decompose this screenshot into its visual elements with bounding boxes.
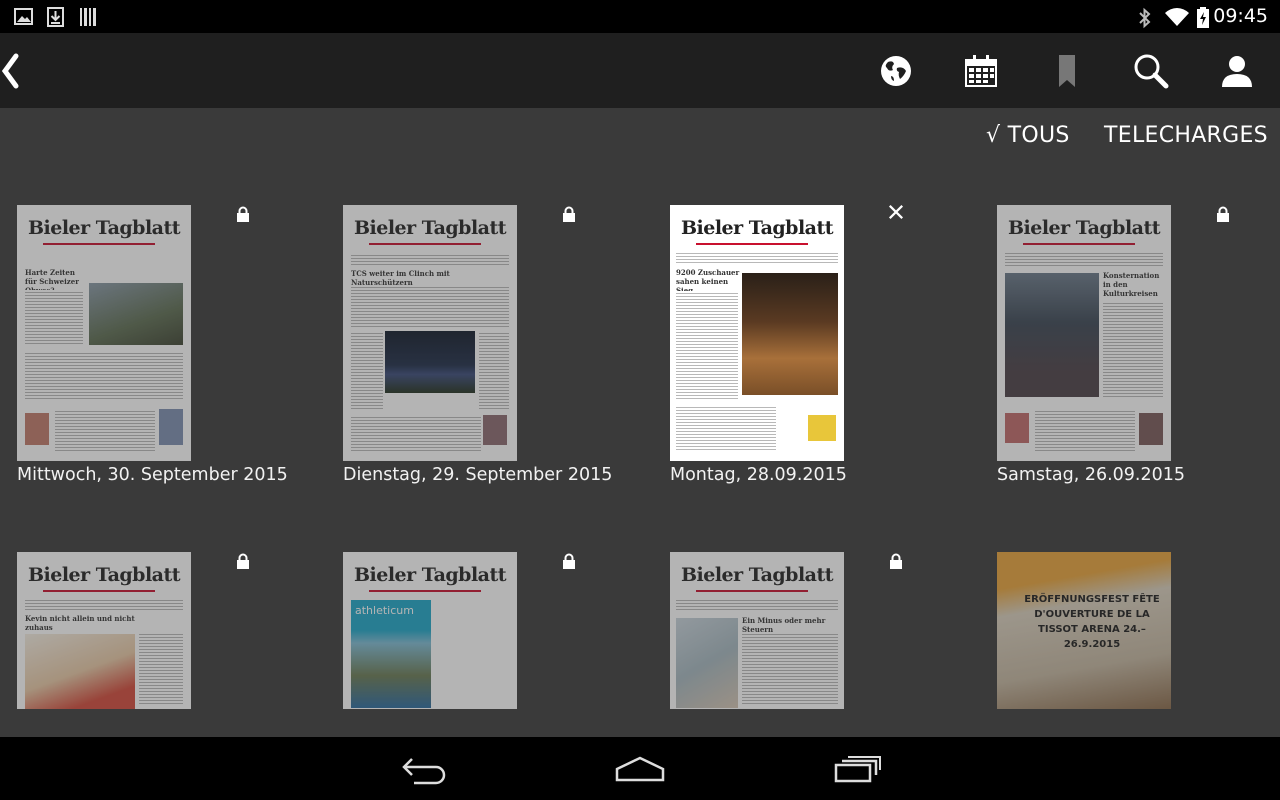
issue-cover[interactable]: Bieler Tagblatt Kevin nicht allein und n… — [17, 552, 191, 709]
action-bar — [0, 33, 1280, 108]
text-column — [742, 632, 838, 706]
masthead: Bieler Tagblatt — [1007, 217, 1161, 239]
user-icon — [1222, 56, 1252, 87]
cover-photo — [1005, 413, 1029, 443]
issue-date: Montag, 28.09.2015 — [670, 465, 847, 485]
text-column — [676, 291, 738, 401]
search-button[interactable] — [1131, 51, 1171, 91]
calendar-icon — [965, 55, 997, 87]
masthead-rule — [43, 590, 155, 592]
back-chevron-icon[interactable] — [0, 53, 24, 89]
masthead: Bieler Tagblatt — [680, 217, 834, 239]
masthead-rule — [369, 243, 481, 245]
recents-nav-icon[interactable] — [834, 753, 882, 785]
lock-icon — [563, 553, 575, 569]
masthead: Bieler Tagblatt — [353, 217, 507, 239]
issue-date: Dienstag, 29. September 2015 — [343, 465, 613, 485]
issue-cover[interactable]: Bieler Tagblatt 9200 Zuschauer sahen kei… — [670, 205, 844, 461]
issue-cover[interactable]: ERÖFFNUNGSFEST FÊTE D'OUVERTURE DE LA TI… — [997, 552, 1171, 709]
filter-downloaded[interactable]: TELECHARGES — [1104, 123, 1268, 148]
cover-headline: Konsternation in den Kulturkreisen — [1103, 271, 1160, 298]
text-column — [479, 331, 509, 411]
masthead-rule — [369, 590, 481, 592]
masthead: Bieler Tagblatt — [680, 564, 834, 586]
home-nav-icon[interactable] — [614, 753, 666, 785]
download-icon — [47, 7, 64, 27]
issue-cover[interactable]: Bieler Tagblatt Konsternation in den Kul… — [997, 205, 1171, 461]
back-nav-icon[interactable] — [400, 753, 448, 785]
text-column — [676, 598, 838, 612]
cover-photo — [742, 273, 838, 395]
masthead: Bieler Tagblatt — [353, 564, 507, 586]
text-column — [25, 351, 183, 401]
battery-charging-icon — [1197, 7, 1209, 28]
cover-photo — [25, 413, 49, 445]
text-column — [351, 253, 509, 265]
cover-headline: ERÖFFNUNGSFEST FÊTE D'OUVERTURE DE LA TI… — [1024, 594, 1160, 650]
account-button[interactable] — [1217, 51, 1257, 91]
delete-icon[interactable] — [888, 204, 904, 220]
issue-cover[interactable]: Bieler Tagblatt Harte Zeiten für Schweiz… — [17, 205, 191, 461]
lock-icon — [237, 206, 249, 222]
issue-date: Mittwoch, 30. September 2015 — [17, 465, 288, 485]
image-icon — [14, 8, 33, 25]
text-column — [351, 415, 481, 451]
cover-photo — [159, 409, 183, 445]
text-column — [25, 290, 83, 345]
text-column — [25, 598, 183, 610]
masthead: Bieler Tagblatt — [27, 564, 181, 586]
cover-photo — [676, 618, 738, 708]
issue-cover[interactable]: Bieler Tagblatt athleticum — [343, 552, 517, 709]
text-column — [139, 632, 183, 704]
cover-photo — [1139, 413, 1163, 445]
cover-photo — [25, 634, 135, 709]
barcode-icon — [80, 8, 96, 26]
navigation-bar — [0, 737, 1280, 800]
wifi-icon — [1165, 8, 1189, 26]
cover-headline: athleticum — [355, 604, 414, 617]
cover-photo — [385, 331, 475, 393]
text-column — [676, 405, 776, 451]
cover-photo — [1005, 273, 1099, 397]
text-column — [351, 285, 509, 327]
cover-photo — [483, 415, 507, 445]
bookmark-icon — [1059, 55, 1075, 87]
text-column — [1005, 251, 1163, 267]
cover-photo — [808, 415, 836, 441]
globe-button[interactable] — [876, 51, 916, 91]
lock-icon — [237, 553, 249, 569]
masthead-rule — [1023, 243, 1135, 245]
status-bar: 09:45 — [0, 0, 1280, 33]
lock-icon — [890, 553, 902, 569]
issue-cover[interactable]: Bieler Tagblatt Ein Minus oder mehr Steu… — [670, 552, 844, 709]
cover-photo — [89, 283, 183, 345]
masthead: Bieler Tagblatt — [27, 217, 181, 239]
text-column — [676, 251, 838, 265]
text-column — [1035, 409, 1135, 451]
masthead-rule — [696, 243, 808, 245]
issue-cover[interactable]: Bieler Tagblatt TCS weiter im Clinch mit… — [343, 205, 517, 461]
cover-headline: Kevin nicht allein und nicht zuhaus — [25, 614, 135, 632]
calendar-button[interactable] — [961, 51, 1001, 91]
bluetooth-icon — [1139, 7, 1151, 29]
clock: 09:45 — [1213, 5, 1268, 27]
text-column — [1103, 301, 1163, 397]
search-icon — [1134, 54, 1169, 89]
globe-icon — [881, 56, 911, 86]
masthead-rule — [696, 590, 808, 592]
text-column — [55, 409, 155, 451]
filter-all[interactable]: √ TOUS — [986, 123, 1070, 148]
issue-date: Samstag, 26.09.2015 — [997, 465, 1186, 485]
text-column — [351, 331, 383, 411]
lock-icon — [563, 206, 575, 222]
masthead-rule — [43, 243, 155, 245]
lock-icon — [1217, 206, 1229, 222]
bookmark-button[interactable] — [1047, 51, 1087, 91]
